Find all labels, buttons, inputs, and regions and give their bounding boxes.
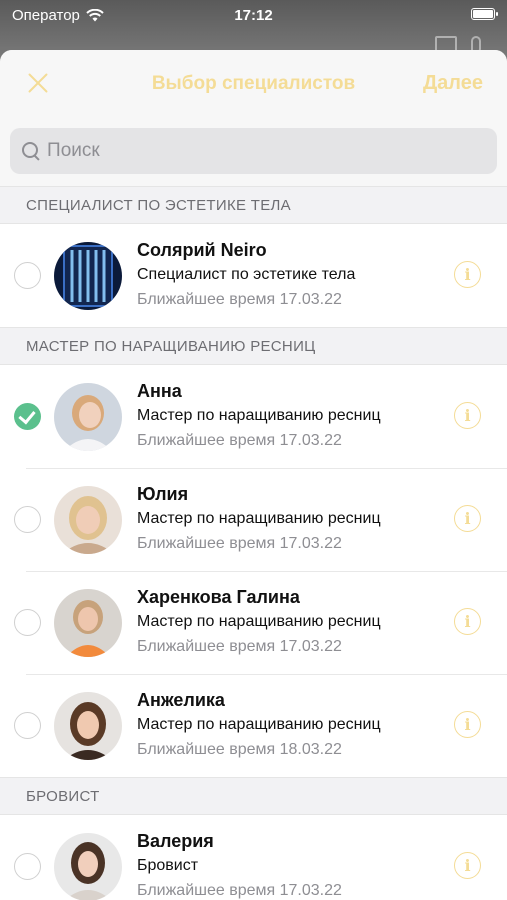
specialist-info: Анжелика Мастер по наращиванию ресниц Бл… xyxy=(137,688,381,762)
search-bar[interactable] xyxy=(10,128,497,174)
nearest-time: Ближайшее время 17.03.22 xyxy=(137,432,342,449)
specialist-name: Анна xyxy=(137,381,182,401)
radio-button[interactable] xyxy=(14,853,41,880)
nearest-time: Ближайшее время 18.03.22 xyxy=(137,741,342,758)
avatar xyxy=(54,241,122,310)
avatar xyxy=(54,832,122,900)
specialist-name: Солярий Neiro xyxy=(137,240,267,260)
nearest-time: Ближайшее время 17.03.22 xyxy=(137,291,342,308)
avatar xyxy=(54,382,122,451)
specialist-info: Юлия Мастер по наращиванию ресниц Ближай… xyxy=(137,482,381,556)
specialist-role: Мастер по наращиванию ресниц xyxy=(137,407,381,424)
specialist-info: Солярий Neiro Специалист по эстетике тел… xyxy=(137,238,355,312)
info-icon[interactable]: i xyxy=(454,402,481,429)
nearest-time: Ближайшее время 17.03.22 xyxy=(137,882,342,899)
section-header: МАСТЕР ПО НАРАЩИВАНИЮ РЕСНИЦ xyxy=(0,327,507,365)
specialist-role: Специалист по эстетике тела xyxy=(137,266,356,283)
radio-checked[interactable] xyxy=(14,403,41,430)
specialist-name: Валерия xyxy=(137,831,214,851)
info-icon[interactable]: i xyxy=(454,711,481,738)
nearest-time: Ближайшее время 17.03.22 xyxy=(137,638,342,655)
radio-button[interactable] xyxy=(14,712,41,739)
radio-button[interactable] xyxy=(14,262,41,289)
specialist-info: Харенкова Галина Мастер по наращиванию р… xyxy=(137,585,381,659)
avatar xyxy=(54,691,122,760)
nav-bar: Выбор специалистов Далее xyxy=(0,50,507,120)
specialist-name: Юлия xyxy=(137,484,189,504)
next-button[interactable]: Далее xyxy=(423,72,483,95)
section-header: БРОВИСТ xyxy=(0,777,507,815)
search-container xyxy=(0,120,507,186)
radio-button[interactable] xyxy=(14,609,41,636)
nearest-time: Ближайшее время 17.03.22 xyxy=(137,535,342,552)
status-time: 17:12 xyxy=(234,6,273,24)
specialist-role: Мастер по наращиванию ресниц xyxy=(137,716,381,733)
specialist-row[interactable]: Валерия Бровист Ближайшее время 17.03.22… xyxy=(0,815,507,900)
info-icon[interactable]: i xyxy=(454,608,481,635)
search-input[interactable] xyxy=(47,140,485,162)
info-icon[interactable]: i xyxy=(454,852,481,879)
radio-button[interactable] xyxy=(14,506,41,533)
section-header: СПЕЦИАЛИСТ ПО ЭСТЕТИКЕ ТЕЛА xyxy=(0,186,507,224)
specialist-sheet: Выбор специалистов Далее СПЕЦИАЛИСТ ПО Э… xyxy=(0,50,507,900)
specialist-role: Мастер по наращиванию ресниц xyxy=(137,613,381,630)
specialist-name: Анжелика xyxy=(137,690,225,710)
specialist-name: Харенкова Галина xyxy=(137,587,300,607)
info-icon[interactable]: i xyxy=(454,505,481,532)
specialist-row[interactable]: Анна Мастер по наращиванию ресниц Ближай… xyxy=(0,365,507,468)
search-icon xyxy=(22,142,39,160)
avatar xyxy=(54,485,122,554)
info-icon[interactable]: i xyxy=(454,261,481,288)
avatar xyxy=(54,588,122,657)
specialist-row[interactable]: Анжелика Мастер по наращиванию ресниц Бл… xyxy=(0,674,507,777)
battery-icon xyxy=(471,8,498,20)
specialist-row[interactable]: Солярий Neiro Специалист по эстетике тел… xyxy=(0,224,507,327)
specialist-info: Анна Мастер по наращиванию ресниц Ближай… xyxy=(137,379,381,453)
specialist-row[interactable]: Харенкова Галина Мастер по наращиванию р… xyxy=(0,571,507,674)
specialist-row[interactable]: Юлия Мастер по наращиванию ресниц Ближай… xyxy=(0,468,507,571)
specialist-info: Валерия Бровист Ближайшее время 17.03.22 xyxy=(137,829,342,900)
specialist-role: Мастер по наращиванию ресниц xyxy=(137,510,381,527)
status-bar: Оператор 17:12 xyxy=(0,0,507,30)
specialist-role: Бровист xyxy=(137,857,199,874)
